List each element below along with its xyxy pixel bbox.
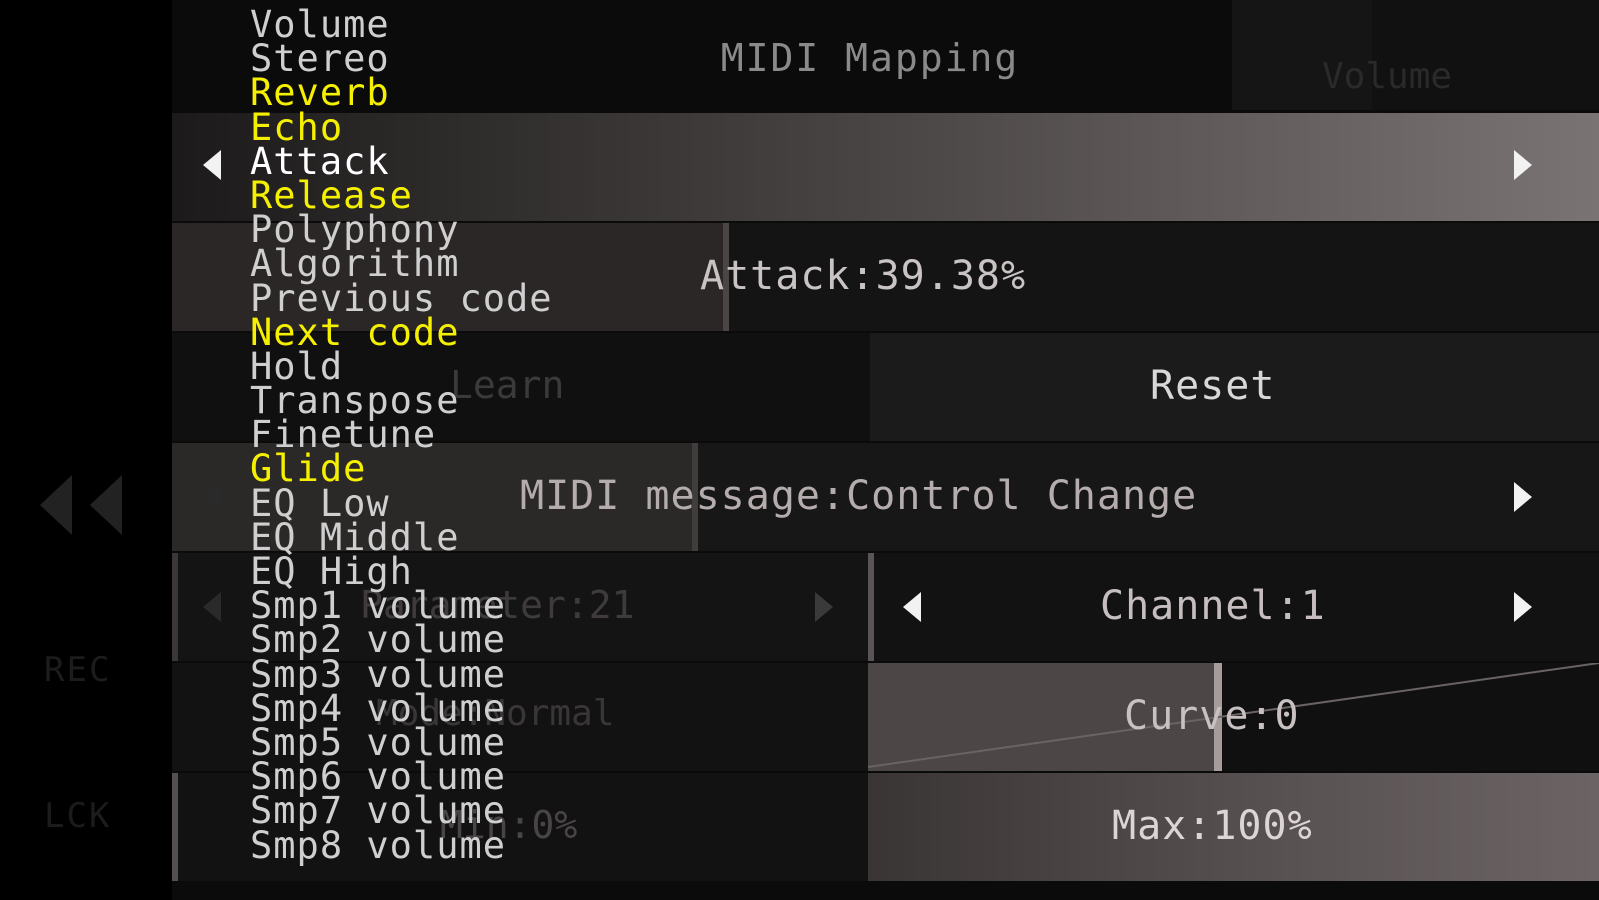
max-label: Max:100% — [1112, 803, 1313, 849]
attack-value-label: Attack:39.38% — [700, 253, 1027, 299]
parameter-dropdown-list[interactable]: Volume Stereo Reverb Echo Attack Release Polyp… — [250, 6, 590, 864]
previous-parameter-arrow-icon[interactable] — [203, 150, 221, 180]
dropdown-item-smp8-volume[interactable]: Smp8 volume — [250, 826, 590, 863]
next-parameter-arrow-icon[interactable] — [1514, 150, 1532, 180]
channel-label: Channel:1 — [1100, 583, 1326, 629]
midi-message-next-icon[interactable] — [1514, 482, 1532, 512]
parameter-next-icon[interactable] — [815, 592, 833, 622]
page-title: MIDI Mapping — [720, 36, 1020, 80]
ghost-label-volume: Volume — [1322, 56, 1453, 97]
rewind-icon[interactable] — [36, 475, 126, 535]
rec-button[interactable]: REC — [44, 650, 111, 690]
midi-message-prev-icon[interactable] — [203, 482, 221, 512]
midi-message-label: MIDI message:Control Change — [520, 473, 1198, 519]
curve-label: Curve:0 — [1124, 693, 1300, 739]
parameter-prev-icon[interactable] — [203, 592, 221, 622]
reset-button-label: Reset — [1150, 363, 1276, 409]
channel-next-icon[interactable] — [1514, 592, 1532, 622]
left-toolbar — [0, 0, 172, 900]
channel-prev-icon[interactable] — [903, 592, 921, 622]
lock-button[interactable]: LCK — [44, 796, 111, 836]
